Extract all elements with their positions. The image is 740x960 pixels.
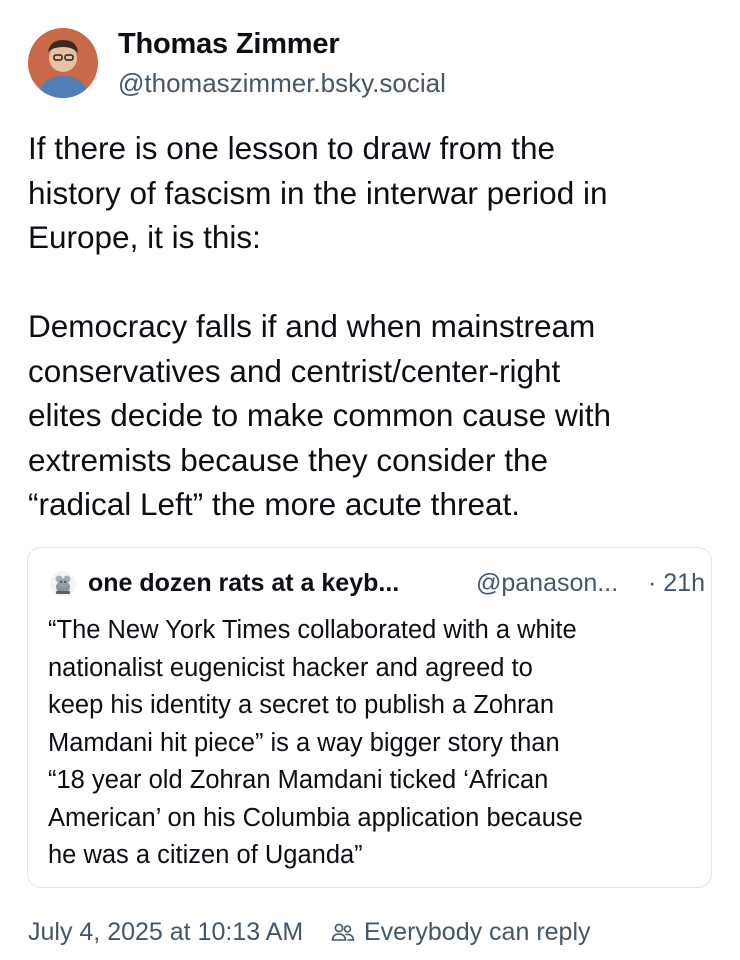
rat-avatar-icon [50,571,76,597]
author-avatar[interactable] [28,28,98,98]
post-text-line: “radical Left” the more acute threat. [28,486,520,522]
quoted-text-line: keep his identity a secret to publish a … [48,691,555,719]
quoted-text-line: he was a citizen of Uganda” [48,841,363,869]
post: Thomas Zimmer @thomaszimmer.bsky.social … [0,0,740,960]
people-icon [330,920,356,946]
quoted-post-text: “The New York Times collaborated with a … [48,612,698,875]
quoted-text-line: “The New York Times collaborated with a … [48,616,577,644]
post-footer: July 4, 2025 at 10:13 AM Everybody can r… [28,914,718,950]
post-text: If there is one lesson to draw from the … [28,126,718,527]
post-text-line: elites decide to make common cause with [28,397,612,433]
post-text-line: If there is one lesson to draw from the [28,130,556,166]
quoted-text-line: “18 year old Zohran Mamdani ticked ‘Afri… [48,766,549,794]
quoted-post-card[interactable]: one dozen rats at a keyb... @panason... … [27,547,712,888]
quoted-post-header: one dozen rats at a keyb... @panason... … [50,569,705,603]
quoted-author-name[interactable]: one dozen rats at a keyb... [88,569,399,598]
quoted-author-avatar[interactable] [50,571,76,597]
post-text-line: conservatives and centrist/center-right [28,352,561,389]
quoted-text-line: nationalist eugenicist hacker and agreed… [48,653,533,682]
quoted-post-time: · 21h [648,569,705,597]
post-text-line: extremists because they consider the [28,441,549,478]
quoted-text-line: Mamdani hit piece” is a way bigger story… [48,728,560,757]
person-avatar-icon [28,28,98,98]
post-text-line: Democracy falls if and when mainstream [28,308,596,344]
reply-setting[interactable]: Everybody can reply [364,918,591,947]
post-text-line: Europe, it is this: [28,219,261,255]
quoted-text-line: American’ on his Columbia application be… [48,803,583,832]
author-name[interactable]: Thomas Zimmer [118,28,340,61]
author-handle[interactable]: @thomaszimmer.bsky.social [118,68,446,99]
quoted-author-handle[interactable]: @panason... [476,569,618,598]
post-text-line: history of fascism in the interwar perio… [28,174,608,211]
post-timestamp[interactable]: July 4, 2025 at 10:13 AM [28,918,303,947]
post-header: Thomas Zimmer @thomaszimmer.bsky.social [28,28,718,100]
